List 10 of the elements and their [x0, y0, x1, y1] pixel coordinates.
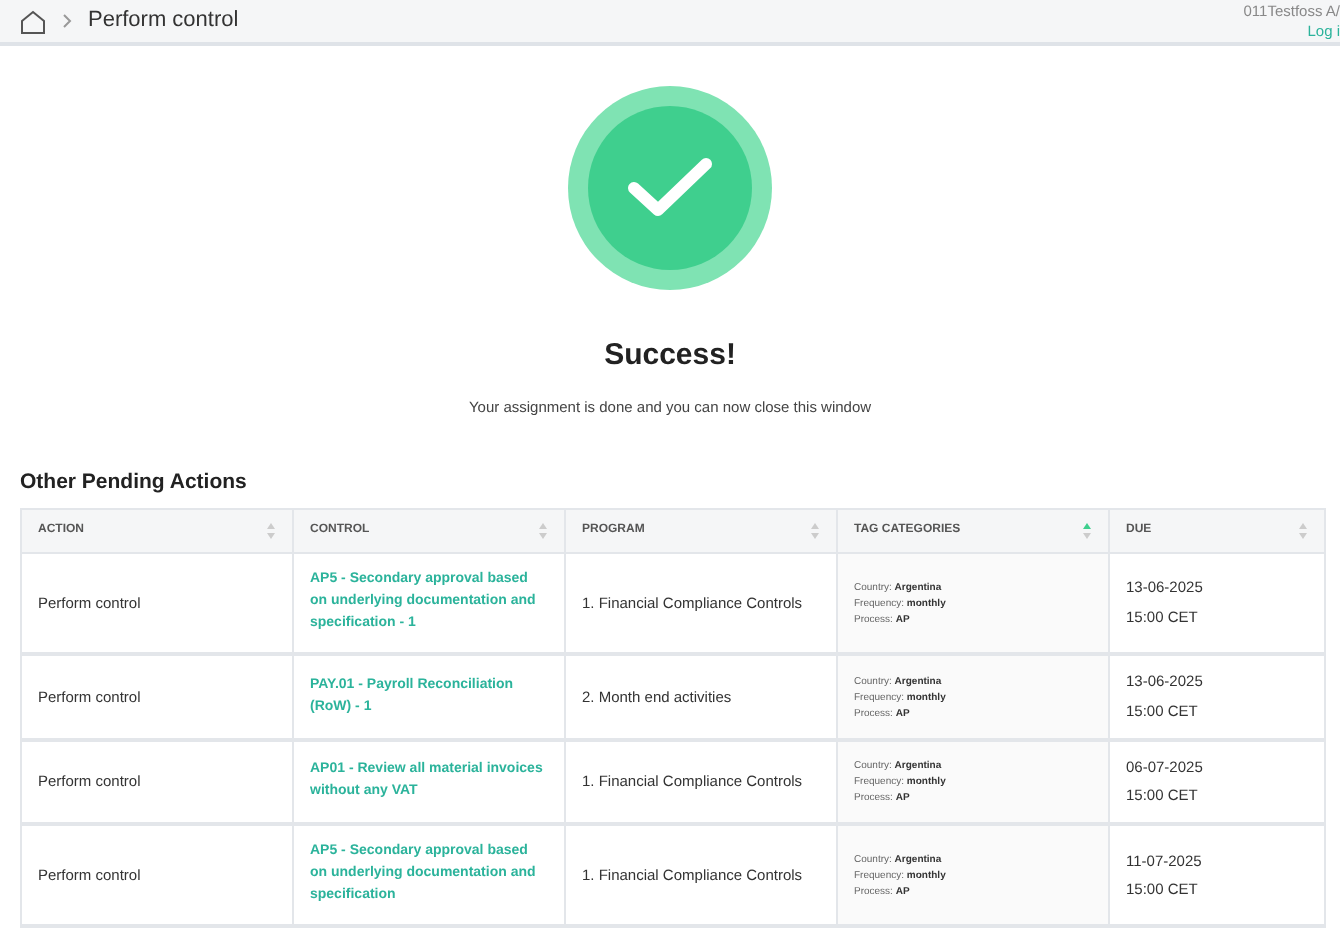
sort-icon[interactable]: [810, 521, 820, 540]
sort-icon[interactable]: [538, 521, 548, 540]
chevron-icon: [62, 14, 72, 28]
home-icon[interactable]: [20, 9, 46, 33]
sort-icon[interactable]: [266, 521, 276, 540]
section-title: Other Pending Actions: [20, 468, 249, 498]
sort-icon[interactable]: [1298, 521, 1308, 540]
success-title: Success!: [604, 336, 736, 376]
breadcrumb-title: Perform control: [88, 6, 239, 37]
sort-icon[interactable]: [1082, 521, 1092, 540]
